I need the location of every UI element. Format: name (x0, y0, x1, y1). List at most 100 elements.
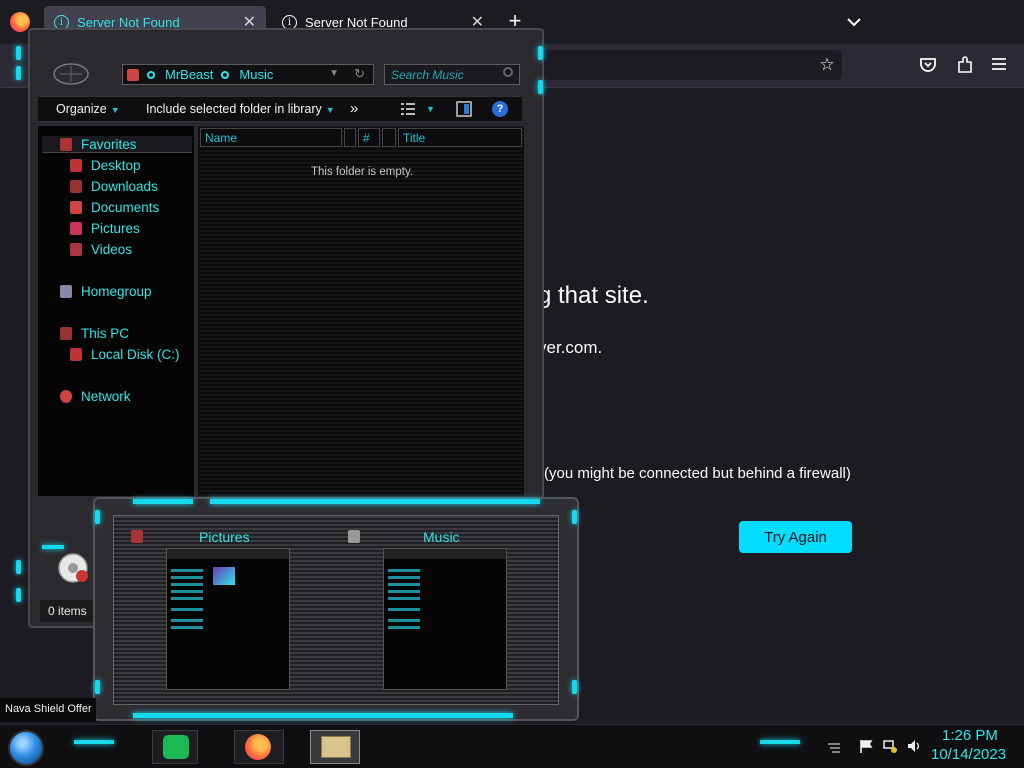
nav-local-disk[interactable]: Local Disk (C:) (70, 347, 180, 362)
frame-accent (538, 80, 543, 94)
frame-accent (538, 46, 543, 60)
status-item-count: 0 items (40, 600, 96, 622)
frame-accent (16, 46, 21, 60)
drive-icon (70, 348, 82, 361)
chevron-down-icon[interactable]: ▼ (426, 104, 435, 114)
action-center-flag-icon[interactable] (858, 738, 874, 754)
include-folder-button[interactable]: Include selected folder in library ▼ (146, 102, 335, 116)
firewall-note: (you might be connected but behind a fir… (544, 465, 851, 482)
nav-videos[interactable]: Videos (70, 242, 132, 257)
search-input[interactable]: Search Music (384, 64, 520, 85)
thumbnail-nav (388, 569, 428, 669)
start-button[interactable] (8, 730, 44, 766)
bookmark-star-icon[interactable]: ☆ (815, 54, 839, 76)
nav-downloads[interactable]: Downloads (70, 179, 158, 194)
column-headers: Name # Title (198, 128, 524, 147)
empty-folder-message: This folder is empty. (311, 166, 414, 178)
taskbar-accent (74, 740, 114, 744)
preview-pane-icon[interactable] (456, 101, 472, 117)
taskbar-notes-app[interactable] (152, 730, 198, 764)
nav-pictures-label: Pictures (91, 221, 140, 236)
frame-accent (133, 499, 193, 504)
thumbnail-pictures[interactable] (166, 548, 290, 690)
show-hidden-icons-icon[interactable] (826, 738, 842, 754)
thumbnail-nav (171, 569, 211, 669)
frame-accent (572, 510, 577, 524)
frame-accent (95, 680, 100, 694)
frame-accent (95, 510, 100, 524)
search-placeholder: Search Music (391, 68, 464, 82)
organize-button[interactable]: Organize ▼ (56, 102, 120, 116)
nav-favorites-label: Favorites (81, 137, 137, 152)
nav-this-pc[interactable]: This PC (60, 326, 129, 341)
frame-accent (16, 588, 21, 602)
frame-accent (42, 545, 64, 549)
chevron-down-icon: ▼ (325, 105, 335, 115)
favorites-icon (60, 138, 72, 151)
clock-time[interactable]: 1:26 PM (942, 727, 998, 744)
breadcrumb-music[interactable]: Music (239, 67, 273, 82)
nav-network[interactable]: Network (60, 389, 131, 404)
nav-videos-label: Videos (91, 242, 133, 257)
view-options-icon[interactable] (400, 102, 416, 116)
notification-toast[interactable]: Nava Shield Offer (0, 698, 96, 722)
nav-pictures[interactable]: Pictures (70, 221, 140, 236)
column-header-name[interactable]: Name (200, 128, 342, 147)
taskbar-firefox[interactable] (234, 730, 284, 764)
file-list-pane[interactable] (198, 126, 524, 496)
nav-favorites[interactable]: Favorites (60, 137, 137, 152)
taskbar-accent (760, 740, 800, 744)
breadcrumb-mrbeast[interactable]: MrBeast (165, 67, 213, 82)
nav-documents[interactable]: Documents (70, 200, 159, 215)
pictures-window-icon (131, 530, 143, 543)
thumbnail-toolbar (384, 549, 506, 559)
address-breadcrumb[interactable]: MrBeast Music ▼ ↻ (122, 64, 374, 85)
desktop-icon (70, 159, 82, 172)
try-again-button[interactable]: Try Again (739, 521, 852, 553)
organize-label: Organize (56, 102, 107, 116)
frame-accent (133, 713, 513, 718)
column-header-title[interactable]: Title (398, 128, 522, 147)
nav-desktop[interactable]: Desktop (70, 158, 141, 173)
frame-accent (16, 560, 21, 574)
nav-network-label: Network (81, 389, 131, 404)
column-header-number[interactable]: # (358, 128, 380, 147)
frame-accent (16, 66, 21, 80)
network-status-icon[interactable] (882, 738, 898, 754)
thumbnail-title-music[interactable]: Music (423, 529, 460, 545)
extensions-icon[interactable] (955, 55, 975, 75)
back-forward-orb-icon[interactable] (52, 62, 90, 86)
refresh-icon[interactable]: ↻ (354, 66, 365, 82)
thumbnail-toolbar (167, 549, 289, 559)
pictures-icon (70, 222, 82, 235)
firefox-icon (245, 734, 271, 760)
list-all-tabs-icon[interactable] (842, 12, 866, 32)
search-icon (503, 67, 513, 77)
nav-downloads-label: Downloads (91, 179, 158, 194)
thumbnail-image-preview (213, 567, 235, 585)
music-folder-icon (127, 68, 139, 81)
taskbar-explorer[interactable] (310, 730, 360, 764)
thumbnail-title-pictures[interactable]: Pictures (199, 529, 250, 545)
videos-icon (70, 243, 82, 256)
more-commands-button[interactable]: » (350, 100, 358, 117)
firefox-logo-icon (10, 12, 30, 32)
url-bar[interactable] (540, 50, 842, 80)
frame-accent (210, 499, 540, 504)
computer-icon (60, 327, 72, 340)
volume-icon[interactable] (906, 738, 922, 754)
command-bar: Organize ▼ Include selected folder in lib… (38, 96, 522, 122)
thumbnail-music[interactable] (383, 548, 507, 690)
music-library-icon (58, 553, 88, 583)
help-icon[interactable]: ? (492, 101, 508, 117)
menu-icon[interactable] (990, 56, 1008, 72)
clock-date[interactable]: 10/14/2023 (931, 746, 1006, 763)
chevron-down-icon[interactable]: ▼ (329, 68, 339, 79)
nav-local-disk-label: Local Disk (C:) (91, 347, 180, 362)
column-divider (344, 128, 356, 147)
pocket-icon[interactable] (918, 55, 938, 75)
nav-homegroup[interactable]: Homegroup (60, 284, 152, 299)
chevron-down-icon: ▼ (110, 105, 120, 115)
documents-icon (70, 201, 82, 214)
homegroup-icon (60, 285, 72, 298)
